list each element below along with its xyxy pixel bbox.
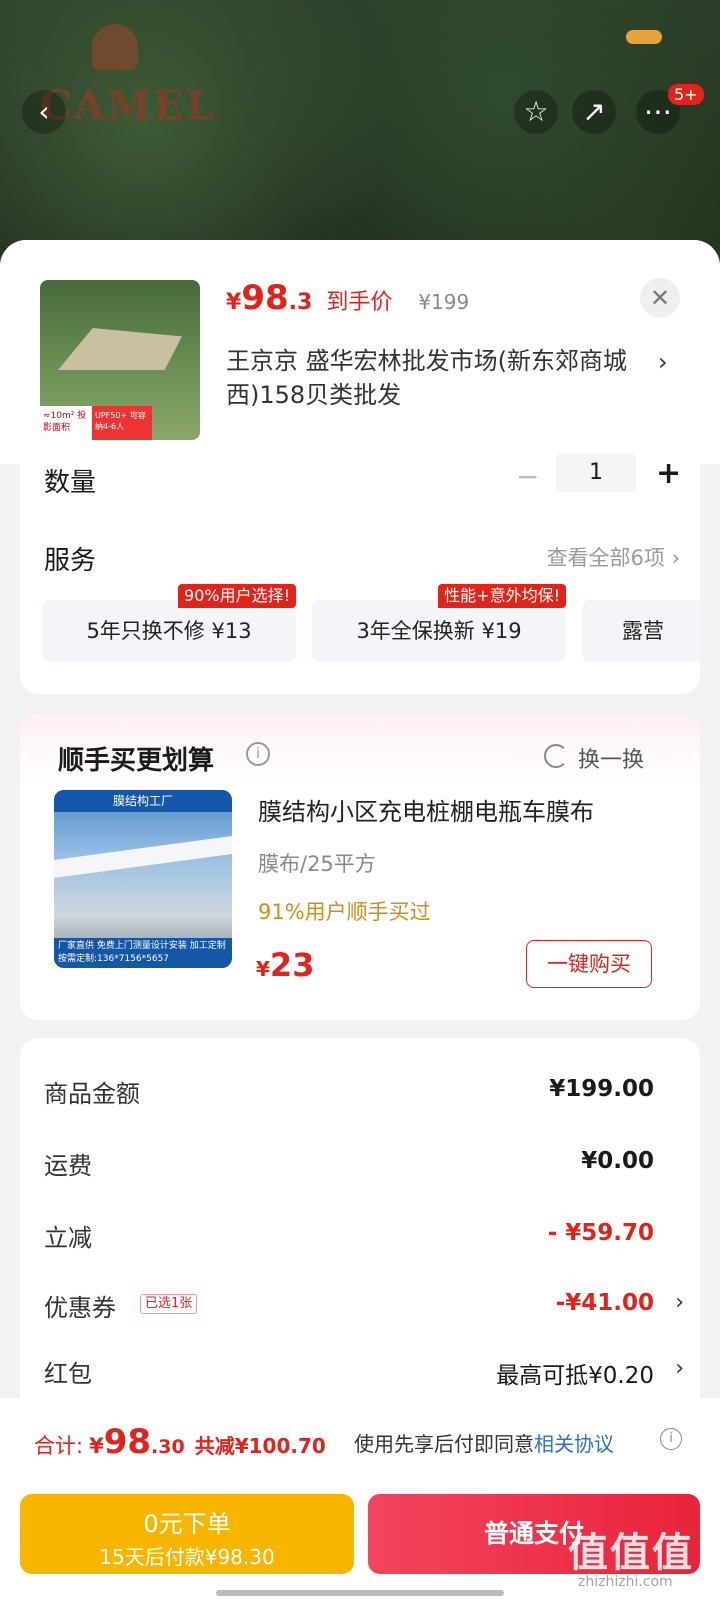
quantity-minus-button[interactable]: − xyxy=(516,460,539,493)
bundle-title: 顺手买更划算 xyxy=(58,746,215,776)
chevron-right-icon[interactable]: › xyxy=(675,1356,684,1381)
total-currency: ¥ xyxy=(89,1434,104,1458)
service-chip-label: 5年只换不修 ¥13 xyxy=(86,619,252,643)
agreement-prefix: 使用先享后付即同意 xyxy=(354,1432,534,1456)
close-icon[interactable]: ✕ xyxy=(640,278,680,318)
summary-row-goods: 商品金额 ¥199.00 xyxy=(44,1074,684,1114)
canopy-shape xyxy=(54,836,232,878)
total-integer: 98 xyxy=(103,1422,152,1462)
service-label: 服务 xyxy=(44,546,97,576)
image-header-text: 膜结构工厂 xyxy=(54,790,232,812)
back-icon[interactable]: ‹ xyxy=(22,90,66,134)
info-icon[interactable]: i xyxy=(246,742,270,766)
original-price: ¥199 xyxy=(418,290,470,314)
price-decimal: .3 xyxy=(288,290,313,315)
summary-row-redpacket[interactable]: 红包 最高可抵¥0.20 › xyxy=(44,1354,684,1394)
service-view-all-link[interactable]: 查看全部6项 › xyxy=(547,542,680,572)
product-summary-card: ≈10m² 投影面积 UPF50+ 可容纳4-6人 ¥ 98 .3 到手价 ¥1… xyxy=(0,240,720,464)
order-total: 合计: ¥ 98 .30 共减¥100.70 xyxy=(34,1422,326,1462)
refresh-button[interactable]: 换一换 xyxy=(578,742,644,774)
watermark-url: zhizhizhi.com xyxy=(578,1574,673,1590)
price-currency: ¥ xyxy=(226,290,242,315)
brand-logo-text: CAMEL xyxy=(40,82,216,129)
service-chip[interactable]: 3年全保换新 ¥19 性能+意外均保! xyxy=(312,584,566,662)
agreement-link[interactable]: 相关协议 xyxy=(534,1432,614,1456)
service-chip-label: 3年全保换新 ¥19 xyxy=(356,619,522,643)
summary-key: 立减 xyxy=(44,1224,92,1252)
quantity-service-card: 数量 − 1 + 服务 查看全部6项 › 5年只换不修 ¥13 90%用户选择!… xyxy=(20,454,700,694)
thumb-tag-upf: UPF50+ 可容纳4-6人 xyxy=(92,406,152,440)
price-integer: 98 xyxy=(241,278,289,318)
summary-value: 最高可抵¥0.20 xyxy=(496,1363,654,1389)
share-icon[interactable]: ↗ xyxy=(572,90,616,134)
battery-icon xyxy=(626,30,662,44)
summary-row-coupon[interactable]: 优惠券 已选1张 -¥41.00 › xyxy=(44,1288,684,1328)
info-icon[interactable]: i xyxy=(660,1428,682,1450)
image-footer-text: 厂家直供 免费上门测量设计安装 加工定制 按需定制:136*7156*5657 xyxy=(54,938,232,968)
summary-value: -¥41.00 xyxy=(555,1290,654,1316)
summary-key: 运费 xyxy=(44,1152,92,1180)
bundle-product-image[interactable]: 膜结构工厂 厂家直供 免费上门测量设计安装 加工定制 按需定制:136*7156… xyxy=(54,790,232,968)
agreement-text: 使用先享后付即同意相关协议 xyxy=(354,1428,614,1457)
total-decimal: .30 xyxy=(151,1436,185,1458)
service-chip[interactable]: 5年只换不修 ¥13 90%用户选择! xyxy=(42,584,296,662)
thumb-tag-area: ≈10m² 投影面积 xyxy=(40,406,92,440)
total-label: 合计: xyxy=(34,1434,84,1458)
bundle-product-name[interactable]: 膜结构小区充电桩棚电瓶车膜布 xyxy=(258,792,678,827)
summary-key: 优惠券 xyxy=(44,1294,116,1322)
summary-key: 商品金额 xyxy=(44,1080,140,1108)
bundle-product-stat: 91%用户顺手买过 xyxy=(258,900,431,924)
delivery-address[interactable]: 王京京 盛华宏林批发市场(新东郊商城西)158贝类批发 xyxy=(226,344,646,412)
summary-key: 红包 xyxy=(44,1360,92,1388)
refresh-icon[interactable] xyxy=(544,744,568,768)
quantity-label: 数量 xyxy=(44,468,97,498)
one-click-buy-button[interactable]: 一键购买 xyxy=(526,940,652,988)
service-chip[interactable]: 露营 xyxy=(582,600,700,662)
summary-row-shipping: 运费 ¥0.00 xyxy=(44,1146,684,1186)
service-hot-tag: 90%用户选择! xyxy=(178,584,296,608)
bundle-price-integer: 23 xyxy=(269,946,315,984)
total-saved: 共减¥100.70 xyxy=(194,1434,326,1458)
watermark-logo: 值值值 xyxy=(568,1530,694,1576)
star-icon[interactable]: ☆ xyxy=(514,90,558,134)
checkout-sheet: ≈10m² 投影面积 UPF50+ 可容纳4-6人 ¥ 98 .3 到手价 ¥1… xyxy=(0,240,720,1600)
summary-value: ¥199.00 xyxy=(549,1076,654,1102)
bundle-card: 顺手买更划算 i 换一换 膜结构工厂 厂家直供 免费上门测量设计安装 加工定制 … xyxy=(20,714,700,1020)
chevron-right-icon[interactable]: › xyxy=(675,1290,684,1315)
home-indicator[interactable] xyxy=(216,1590,504,1596)
quantity-plus-button[interactable]: + xyxy=(656,456,681,491)
pay-later-button[interactable]: 0元下单 15天后付款¥98.30 xyxy=(20,1494,354,1574)
service-hot-tag: 性能+意外均保! xyxy=(438,584,566,608)
quantity-input[interactable]: 1 xyxy=(556,454,636,492)
notification-badge: 5+ xyxy=(668,84,704,105)
camel-logo-icon xyxy=(92,24,138,70)
pay-later-subtitle: 15天后付款¥98.30 xyxy=(99,1545,275,1569)
summary-row-discount: 立减 - ¥59.70 xyxy=(44,1218,684,1258)
price-label: 到手价 xyxy=(326,290,393,315)
bundle-price-currency: ¥ xyxy=(256,957,270,981)
bundle-product-spec: 膜布/25平方 xyxy=(258,852,376,876)
service-chip-label: 露营 xyxy=(622,619,664,643)
final-price: ¥ 98 .3 到手价 ¥199 xyxy=(226,278,469,318)
pay-later-title: 0元下单 xyxy=(143,1510,231,1538)
tarp-shape xyxy=(58,328,182,370)
coupon-selected-tag: 已选1张 xyxy=(140,1294,198,1314)
summary-value: ¥0.00 xyxy=(581,1148,654,1174)
bundle-price: ¥ 23 xyxy=(256,946,314,984)
summary-value: - ¥59.70 xyxy=(547,1220,654,1246)
chevron-right-icon[interactable]: › xyxy=(658,348,668,376)
product-thumbnail[interactable]: ≈10m² 投影面积 UPF50+ 可容纳4-6人 xyxy=(40,280,200,440)
